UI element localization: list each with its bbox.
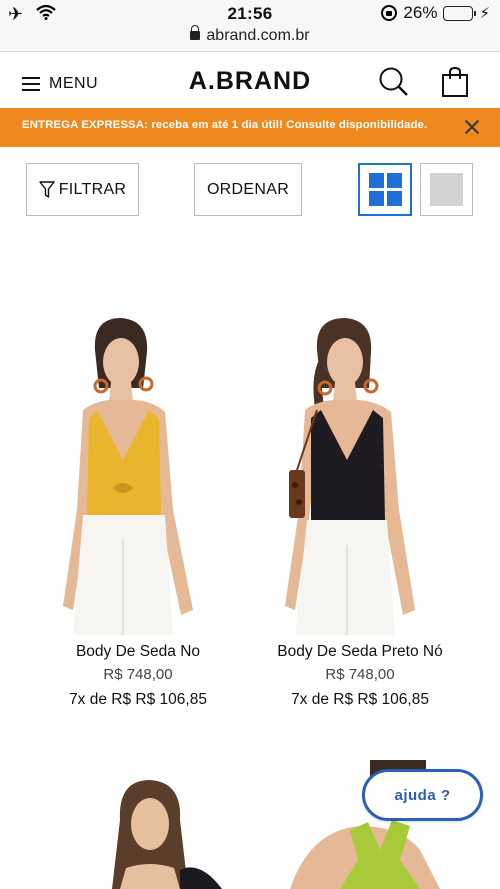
sort-button[interactable]: ORDENAR [194, 163, 302, 216]
search-icon[interactable] [378, 66, 410, 98]
single-view-icon [430, 173, 463, 206]
grid-view-toggle[interactable] [358, 163, 412, 216]
rotation-lock-icon [381, 5, 398, 21]
address-bar[interactable]: abrand.com.br [0, 25, 500, 52]
product-name[interactable]: Body De Seda Preto Nó [265, 643, 455, 661]
promo-text: ENTREGA EXPRESSA: receba em até 1 dia út… [22, 119, 428, 131]
site-header: MENU A.BRAND [0, 53, 500, 108]
grid-icon [368, 173, 402, 206]
sort-label: ORDENAR [206, 180, 290, 198]
close-icon[interactable] [462, 117, 482, 137]
product-image[interactable] [30, 760, 250, 889]
battery-icon [443, 5, 477, 21]
url-text: abrand.com.br [206, 27, 310, 44]
filter-button[interactable]: FILTRAR [26, 163, 139, 216]
filter-label: FILTRAR [58, 180, 127, 198]
product-image[interactable] [265, 310, 455, 635]
product-card[interactable]: Body De Seda Preto Nó R$ 748,00 7x de R$… [265, 310, 455, 709]
promo-banner: ENTREGA EXPRESSA: receba em até 1 dia út… [0, 108, 500, 147]
product-name[interactable]: Body De Seda No [43, 643, 233, 661]
brand-logo[interactable]: A.BRAND [0, 67, 500, 96]
help-chat-button[interactable]: ajuda ? [362, 769, 483, 821]
battery-percent: 26% [403, 3, 438, 22]
single-view-toggle[interactable] [420, 163, 473, 216]
product-image[interactable] [43, 310, 233, 635]
product-installments: 7x de R$ R$ 106,85 [291, 691, 429, 708]
filter-icon [39, 180, 55, 198]
product-price: R$ 748,00 [325, 666, 395, 683]
product-card[interactable] [30, 760, 250, 889]
status-bar: ✈ 21:56 26% ⚡ [0, 0, 500, 27]
charging-icon: ⚡ [479, 5, 490, 22]
padlock-icon [190, 25, 201, 40]
product-installments: 7x de R$ R$ 106,85 [69, 691, 207, 708]
shopping-bag-icon[interactable] [440, 66, 470, 98]
product-price: R$ 748,00 [103, 666, 173, 683]
product-card[interactable]: Body De Seda No R$ 748,00 7x de R$ R$ 10… [43, 310, 233, 709]
